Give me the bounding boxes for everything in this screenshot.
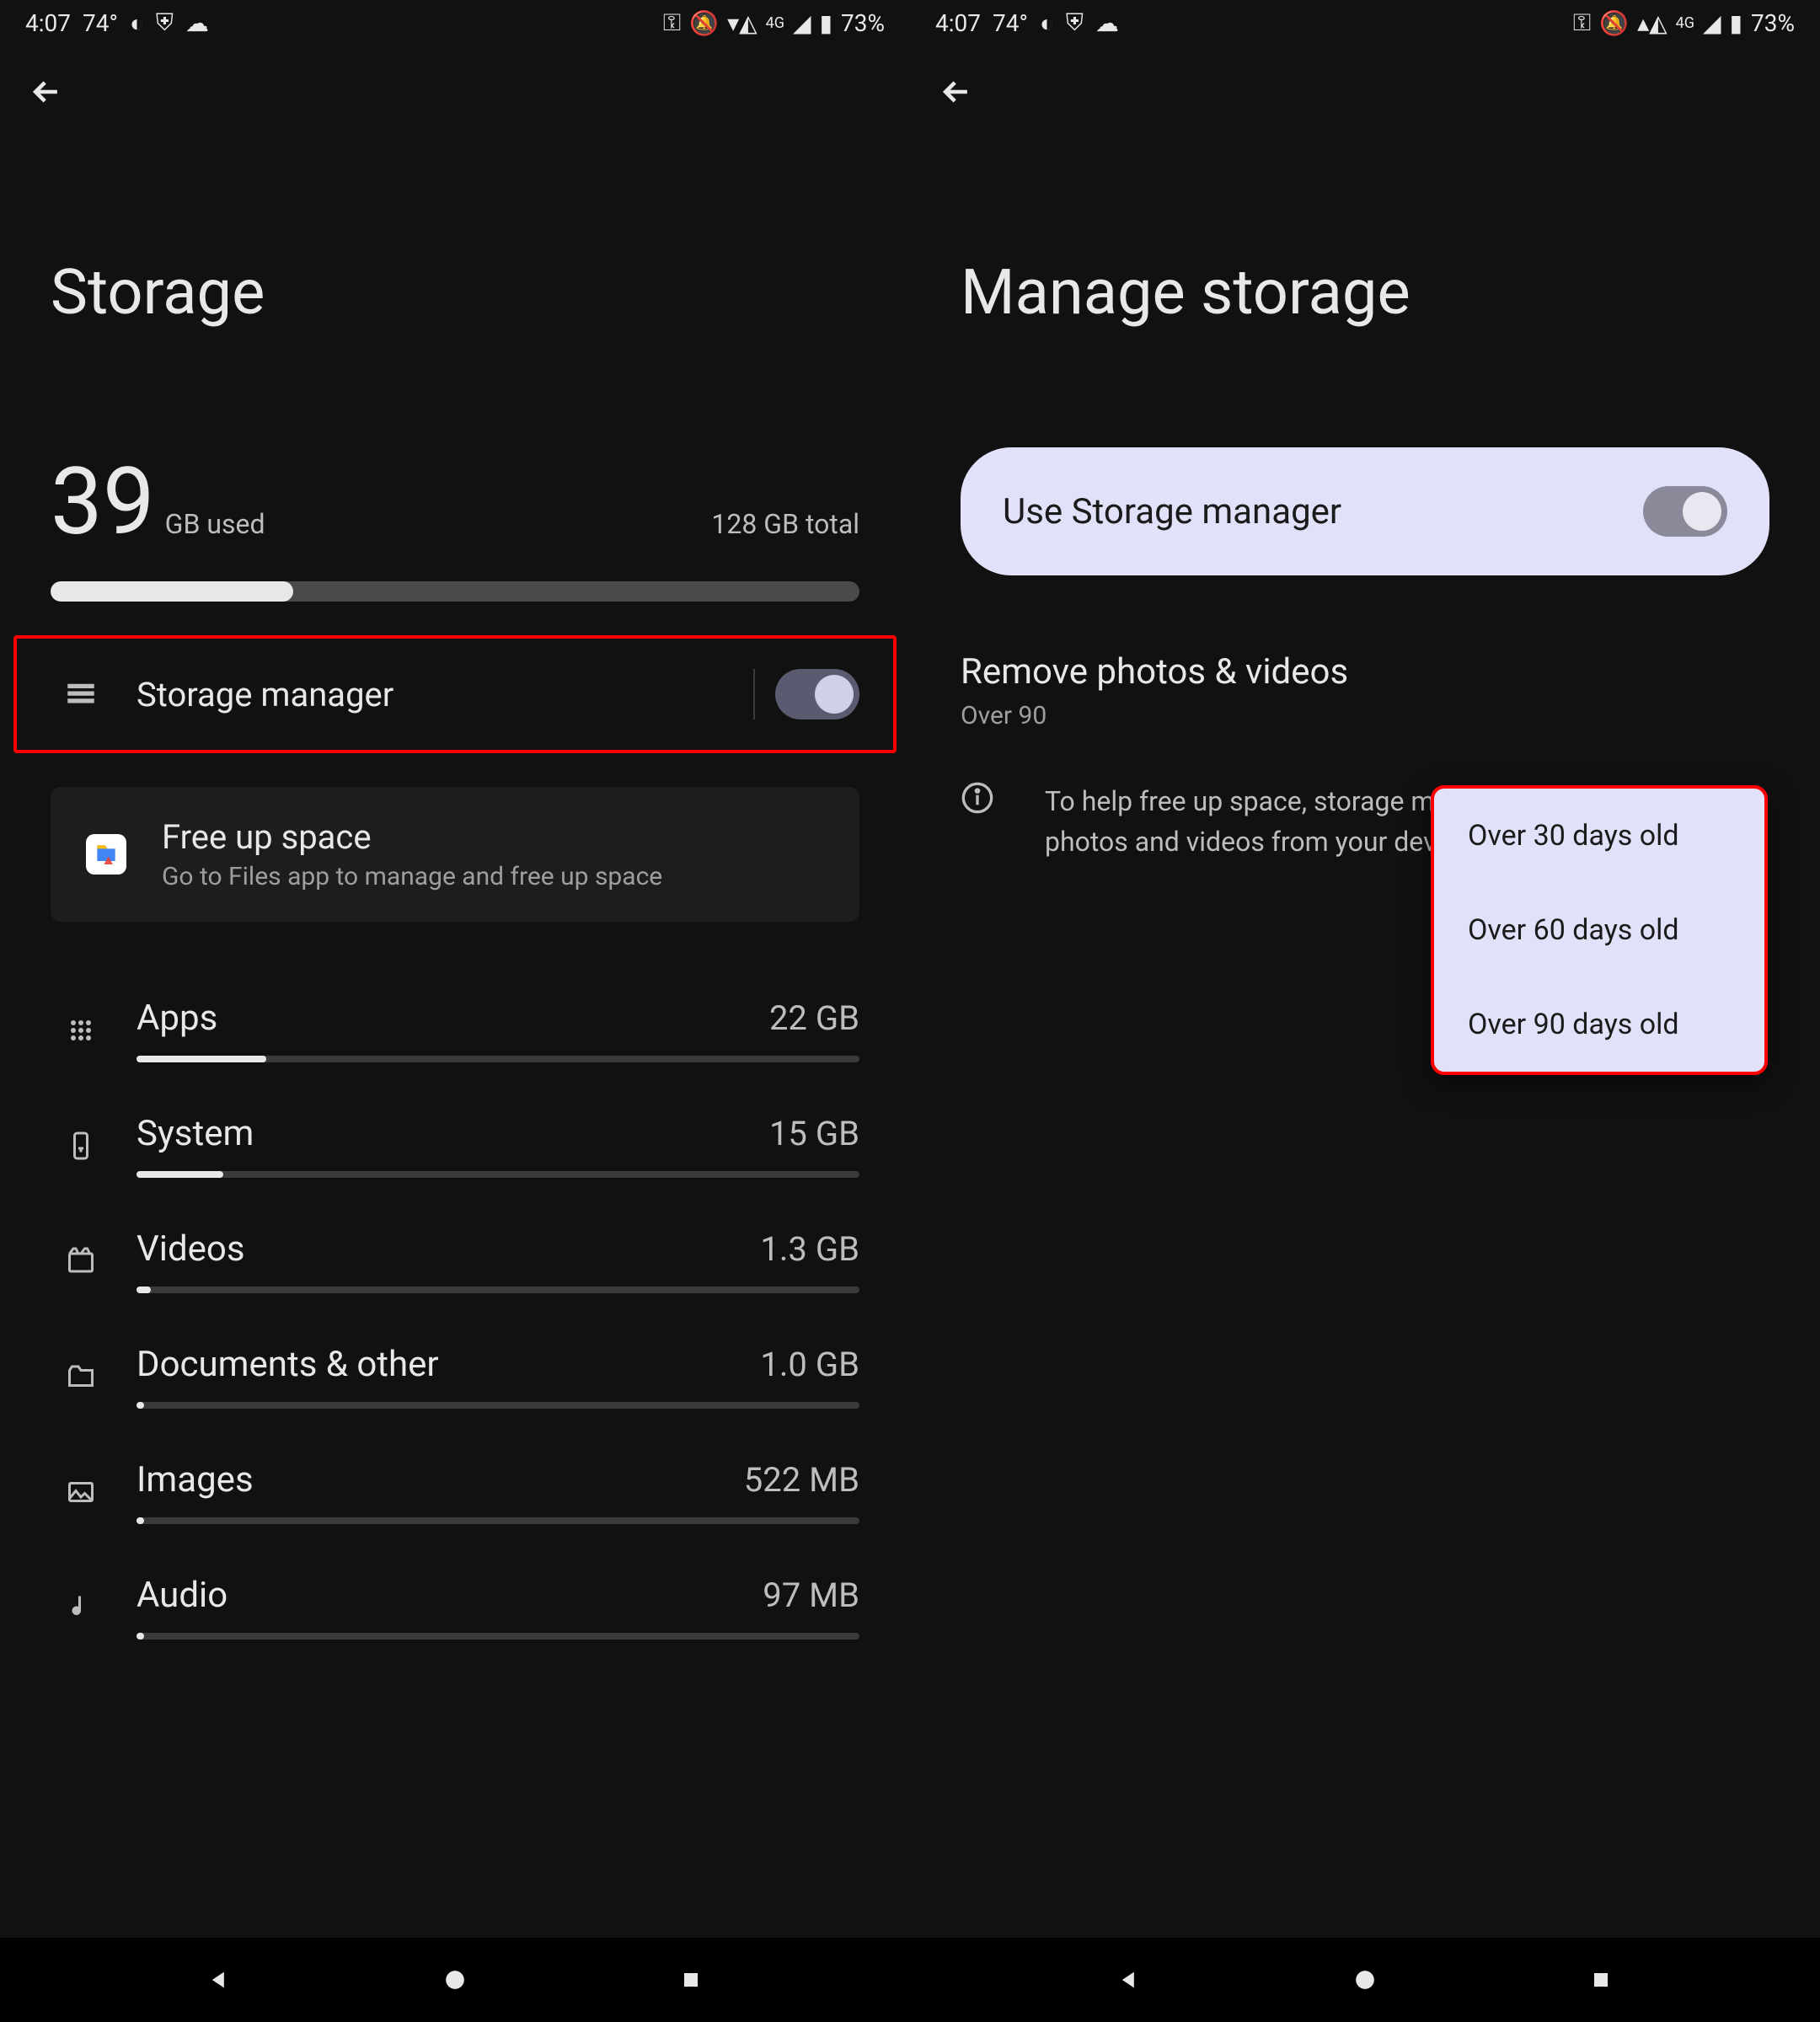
storage-category-row[interactable]: Audio 97 MB	[51, 1549, 859, 1665]
back-button[interactable]	[25, 71, 67, 113]
cloud-icon: ☁	[1095, 9, 1119, 37]
app-bar	[910, 45, 1820, 138]
category-size: 1.0 GB	[760, 1345, 859, 1384]
files-app-icon	[76, 834, 136, 875]
vpn-key-icon: ⚿	[663, 8, 681, 37]
category-icon	[51, 1131, 111, 1161]
phone-screen-storage: 4:07 74° ◐ ⛨ ☁ ⚿ 🔕 ▾◭ 4G ◢ ▮ 73% Storage…	[0, 0, 910, 2022]
divider	[753, 669, 755, 719]
category-size: 15 GB	[769, 1114, 859, 1153]
category-size: 97 MB	[763, 1575, 859, 1615]
category-name: System	[136, 1113, 254, 1154]
category-name: Audio	[136, 1575, 228, 1616]
clock: 4:07	[935, 9, 981, 37]
shield-icon: ⛨	[156, 8, 174, 37]
age-options-popup: Over 30 days old Over 60 days old Over 9…	[1431, 785, 1768, 1075]
status-bar: 4:07 74° ◐ ⛨ ☁ ⚿ 🔕 ▴◭ 4G ◢ ▮ 73%	[910, 0, 1820, 45]
dnd-icon: ◐	[130, 9, 144, 37]
navigation-bar	[910, 1938, 1820, 2022]
used-amount: 39	[51, 447, 155, 556]
shield-icon: ⛨	[1066, 8, 1084, 37]
battery-percent: 73%	[1751, 9, 1795, 37]
option-30-days[interactable]: Over 30 days old	[1434, 789, 1764, 883]
category-bar	[136, 1056, 859, 1062]
mute-icon: 🔕	[1599, 9, 1629, 37]
battery-icon: ▮	[820, 9, 832, 37]
storage-category-row[interactable]: Images 522 MB	[51, 1434, 859, 1549]
remove-photos-title[interactable]: Remove photos & videos	[961, 651, 1769, 693]
vpn-key-icon: ⚿	[1573, 8, 1591, 37]
category-icon	[51, 1592, 111, 1623]
category-icon	[51, 1015, 111, 1046]
category-bar	[136, 1171, 859, 1178]
cloud-icon: ☁	[185, 9, 209, 37]
free-up-title: Free up space	[162, 817, 834, 857]
wifi-icon: ▴◭	[1637, 9, 1667, 37]
category-bar	[136, 1633, 859, 1640]
category-name: Apps	[136, 998, 217, 1039]
free-up-subtitle: Go to Files app to manage and free up sp…	[162, 862, 834, 891]
use-storage-manager-toggle[interactable]	[1643, 486, 1727, 537]
cellular-icon: 4G	[766, 14, 784, 32]
use-storage-manager-label: Use Storage manager	[1003, 491, 1341, 532]
storage-category-row[interactable]: Apps 22 GB	[51, 972, 859, 1088]
storage-category-row[interactable]: Videos 1.3 GB	[51, 1203, 859, 1319]
back-button[interactable]	[935, 71, 977, 113]
storage-icon	[51, 677, 111, 712]
page-title: Manage storage	[961, 256, 1769, 329]
category-name: Images	[136, 1459, 254, 1500]
signal-icon: ◢	[1703, 9, 1721, 37]
storage-manager-row[interactable]: Storage manager	[13, 635, 897, 753]
dnd-icon: ◐	[1040, 9, 1054, 37]
storage-usage-fill	[51, 581, 293, 602]
nav-back-button[interactable]	[202, 1963, 236, 1997]
navigation-bar	[0, 1938, 910, 2022]
category-name: Documents & other	[136, 1344, 439, 1385]
option-60-days[interactable]: Over 60 days old	[1434, 883, 1764, 977]
page-title: Storage	[51, 256, 859, 329]
category-bar	[136, 1402, 859, 1409]
use-storage-manager-row[interactable]: Use Storage manager	[961, 447, 1769, 575]
nav-home-button[interactable]	[438, 1963, 472, 1997]
category-icon	[51, 1246, 111, 1276]
mute-icon: 🔕	[689, 9, 719, 37]
weather-temp: 74°	[993, 9, 1028, 37]
cellular-icon: 4G	[1676, 14, 1694, 32]
signal-icon: ◢	[793, 9, 811, 37]
status-bar: 4:07 74° ◐ ⛨ ☁ ⚿ 🔕 ▾◭ 4G ◢ ▮ 73%	[0, 0, 910, 45]
app-bar	[0, 45, 910, 138]
phone-screen-manage-storage: 4:07 74° ◐ ⛨ ☁ ⚿ 🔕 ▴◭ 4G ◢ ▮ 73% Manage …	[910, 0, 1820, 2022]
battery-percent: 73%	[841, 9, 885, 37]
category-icon	[51, 1477, 111, 1507]
used-unit: GB used	[165, 508, 265, 540]
nav-recent-button[interactable]	[1584, 1963, 1618, 1997]
wifi-icon: ▾◭	[727, 9, 757, 37]
clock: 4:07	[25, 9, 71, 37]
total-amount: 128 GB total	[711, 508, 859, 540]
nav-back-button[interactable]	[1112, 1963, 1146, 1997]
category-name: Videos	[136, 1228, 245, 1270]
storage-categories-list: Apps 22 GB System 15 GB Videos 1.3 GB Document…	[51, 972, 859, 1665]
storage-category-row[interactable]: Documents & other 1.0 GB	[51, 1319, 859, 1434]
nav-recent-button[interactable]	[674, 1963, 708, 1997]
category-size: 1.3 GB	[760, 1229, 859, 1269]
category-bar	[136, 1517, 859, 1524]
category-icon	[51, 1361, 111, 1392]
free-up-space-row[interactable]: Free up space Go to Files app to manage …	[51, 787, 859, 922]
remove-photos-subtitle: Over 90	[961, 701, 1769, 730]
nav-home-button[interactable]	[1348, 1963, 1382, 1997]
category-bar	[136, 1286, 859, 1293]
weather-temp: 74°	[83, 9, 118, 37]
storage-usage-summary: 39 GB used 128 GB total	[51, 447, 859, 556]
category-size: 22 GB	[769, 998, 859, 1038]
storage-usage-bar	[51, 581, 859, 602]
battery-icon: ▮	[1730, 9, 1742, 37]
storage-manager-toggle[interactable]	[775, 669, 859, 719]
info-icon	[961, 781, 1021, 862]
option-90-days[interactable]: Over 90 days old	[1434, 977, 1764, 1072]
storage-category-row[interactable]: System 15 GB	[51, 1088, 859, 1203]
category-size: 522 MB	[744, 1460, 859, 1500]
storage-manager-label: Storage manager	[136, 675, 733, 714]
